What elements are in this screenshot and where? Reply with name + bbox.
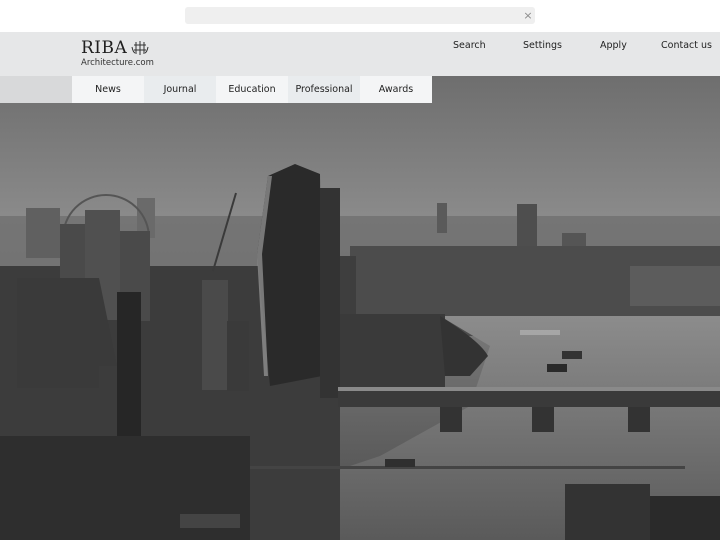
browser-top-bar: ×	[0, 0, 720, 32]
close-icon[interactable]: ×	[521, 7, 535, 24]
nav-tab-awards[interactable]: Awards	[360, 76, 432, 103]
search-input[interactable]	[185, 7, 535, 24]
main-nav: News Journal Education Professional Awar…	[72, 76, 432, 103]
utility-nav-contact-us[interactable]: Contact us	[661, 40, 712, 51]
nav-left-strip	[0, 76, 72, 103]
logo-text: RIBA	[81, 38, 128, 58]
nav-tab-education[interactable]: Education	[216, 76, 288, 103]
site-header: RIBA Architecture.com Search Settings Ap…	[0, 32, 720, 76]
utility-nav-search[interactable]: Search	[453, 40, 486, 51]
hero-image	[0, 76, 720, 540]
logo-subtext: Architecture.com	[81, 58, 154, 68]
riba-crest-icon	[131, 41, 149, 55]
london-skyline-photo	[0, 76, 720, 540]
utility-nav-apply[interactable]: Apply	[600, 40, 627, 51]
nav-tab-professional[interactable]: Professional	[288, 76, 360, 103]
utility-nav-settings[interactable]: Settings	[523, 40, 562, 51]
nav-tab-journal[interactable]: Journal	[144, 76, 216, 103]
nav-tab-news[interactable]: News	[72, 76, 144, 103]
riba-logo[interactable]: RIBA Architecture.com	[81, 39, 154, 68]
